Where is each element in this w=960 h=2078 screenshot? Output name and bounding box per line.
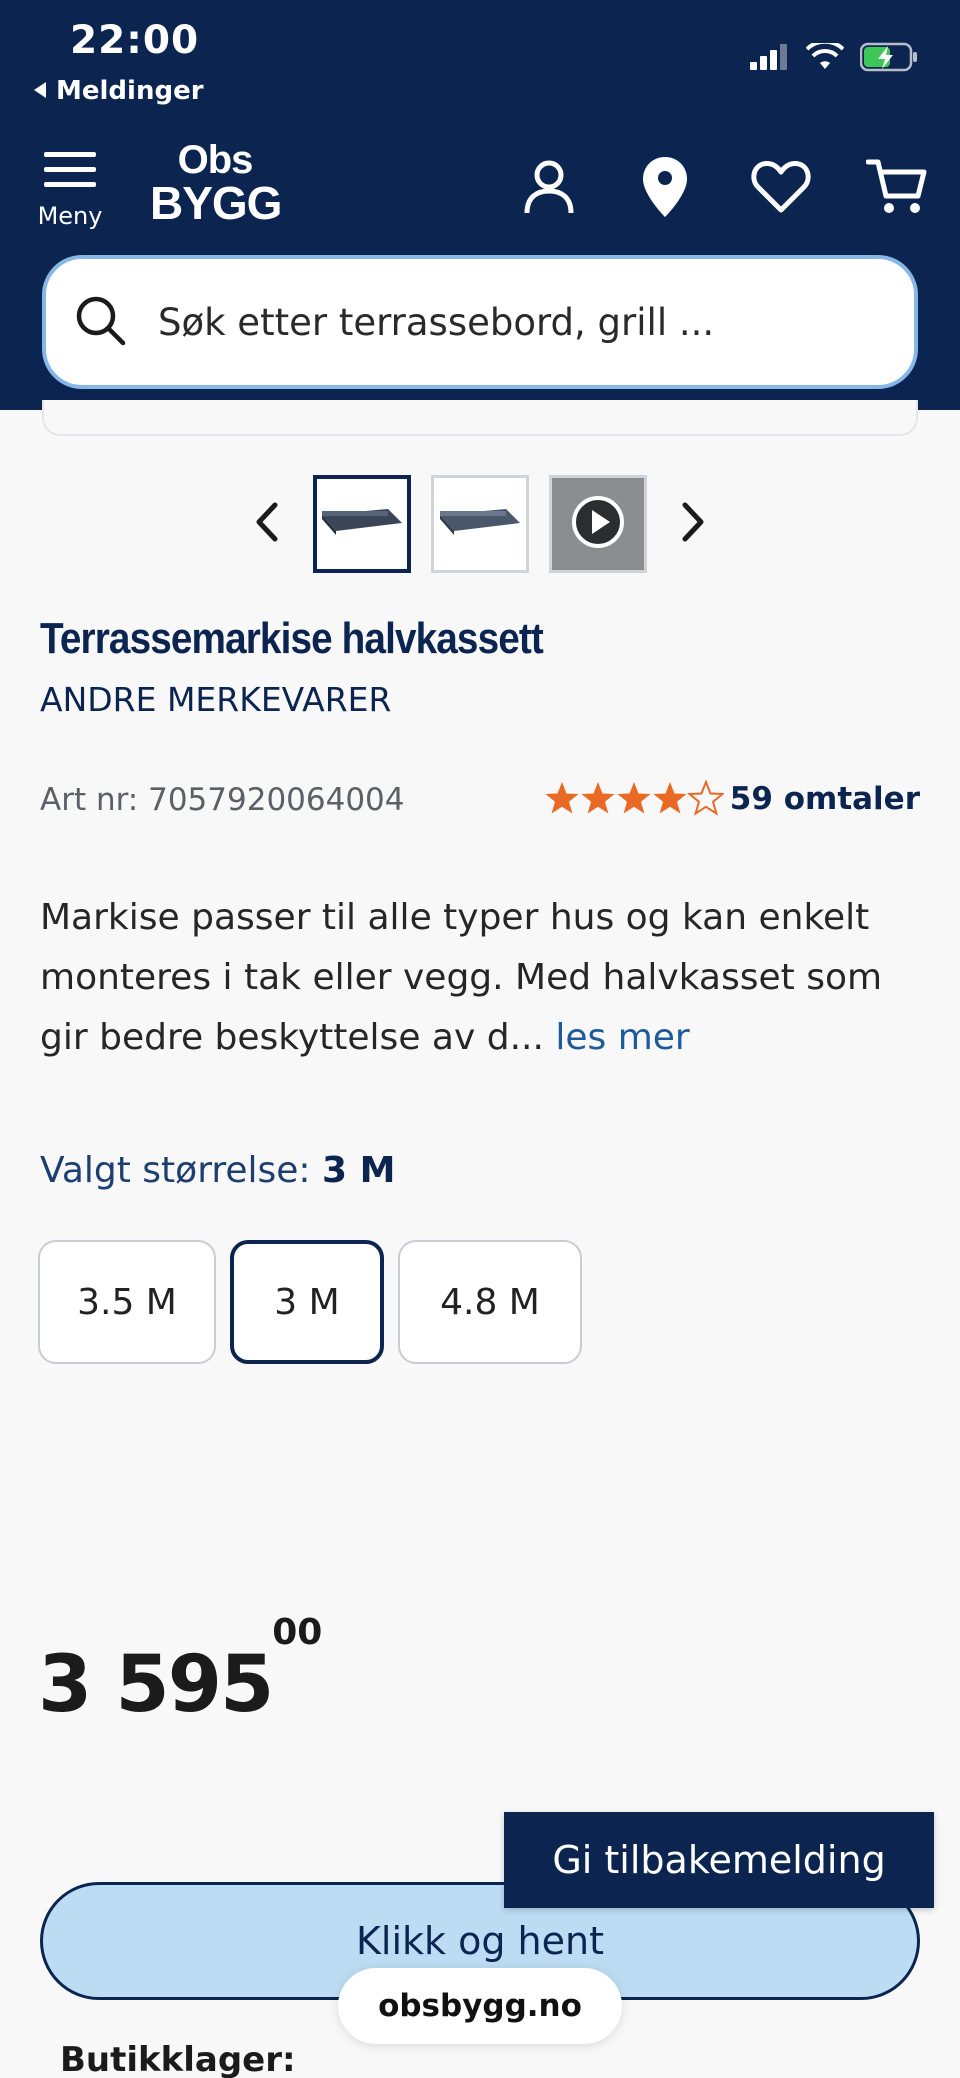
- menu-label: Meny: [37, 202, 103, 230]
- store-stock-label: Butikklager:: [60, 2040, 296, 2078]
- star-full-icon: [653, 782, 687, 814]
- reviews-count: 59 omtaler: [729, 781, 920, 817]
- battery-charging-icon: [859, 42, 918, 76]
- cart-button[interactable]: [860, 152, 934, 226]
- star-full-icon: [581, 782, 615, 814]
- feedback-button[interactable]: Gi tilbakemelding: [504, 1812, 934, 1908]
- logo-top-text: Obs: [177, 138, 254, 182]
- gallery-thumbnail-2[interactable]: [431, 475, 529, 573]
- favorites-button[interactable]: [744, 152, 818, 226]
- product-rating[interactable]: 59 omtaler: [544, 780, 920, 818]
- shopping-cart-icon: [865, 158, 928, 220]
- size-option-3-5m[interactable]: 3.5 M: [38, 1240, 216, 1364]
- browser-url-pill[interactable]: obsbygg.no: [338, 1968, 622, 2044]
- size-label-text: Valgt størrelse:: [40, 1150, 311, 1191]
- star-rating: [544, 780, 724, 818]
- search-icon: [74, 294, 126, 350]
- product-price: 3 59500: [38, 1612, 322, 1730]
- selected-size-label: Valgt størrelse: 3 M: [40, 1150, 395, 1191]
- account-button[interactable]: [512, 152, 586, 226]
- article-number: Art nr: 7057920064004: [40, 782, 405, 818]
- size-option-4-8m[interactable]: 4.8 M: [398, 1240, 582, 1364]
- product-title: Terrassemarkise halvkassett: [40, 614, 544, 663]
- search-input[interactable]: Søk etter terrassebord, grill ...: [42, 255, 918, 389]
- read-more-link[interactable]: les mer: [555, 1017, 689, 1058]
- back-to-messages-link[interactable]: Meldinger: [32, 76, 204, 106]
- play-icon: [570, 494, 626, 554]
- description-text: Markise passer til alle typer hus og kan…: [40, 897, 883, 1058]
- search-placeholder: Søk etter terrassebord, grill ...: [158, 300, 715, 344]
- chevron-left-icon: [255, 502, 279, 546]
- gallery-thumbnail-1[interactable]: [313, 475, 411, 573]
- hamburger-icon: [44, 150, 96, 194]
- image-gallery: [0, 474, 960, 574]
- store-locator-button[interactable]: [628, 152, 702, 226]
- awning-image-icon: [318, 497, 406, 551]
- app-header: 22:00 Meldinger Meny Obs BYGG Søk etter …: [0, 0, 960, 410]
- product-brand-link[interactable]: ANDRE MERKEVARER: [40, 680, 391, 719]
- wifi-icon: [805, 39, 845, 75]
- size-option-3m[interactable]: 3 M: [230, 1240, 384, 1364]
- product-description: Markise passer til alle typer hus og kan…: [40, 888, 920, 1068]
- back-triangle-icon: [32, 76, 48, 106]
- obs-bygg-logo[interactable]: Obs BYGG: [150, 138, 282, 229]
- heart-icon: [751, 160, 811, 218]
- user-icon: [523, 159, 575, 219]
- gallery-prev-button[interactable]: [241, 498, 293, 550]
- size-options: 3.5 M 3 M 4.8 M: [38, 1240, 582, 1364]
- awning-image-icon: [436, 497, 524, 551]
- star-full-icon: [545, 782, 579, 814]
- price-main: 3 595: [38, 1640, 274, 1730]
- size-label-value: 3 M: [322, 1150, 396, 1191]
- signal-icon: [750, 44, 790, 74]
- header-nav-icons: [512, 152, 934, 226]
- back-label: Meldinger: [56, 76, 204, 106]
- status-time: 22:00: [70, 18, 200, 63]
- gallery-video-thumbnail[interactable]: [549, 475, 647, 573]
- image-card-edge: [42, 400, 918, 436]
- star-half-icon: [688, 781, 724, 815]
- map-pin-icon: [643, 157, 687, 221]
- menu-button[interactable]: Meny: [38, 150, 102, 230]
- logo-bottom-text: BYGG: [150, 177, 282, 229]
- gallery-next-button[interactable]: [667, 498, 719, 550]
- status-icons: [750, 39, 918, 76]
- chevron-right-icon: [681, 502, 705, 546]
- star-full-icon: [617, 782, 651, 814]
- price-decimal: 00: [272, 1612, 323, 1653]
